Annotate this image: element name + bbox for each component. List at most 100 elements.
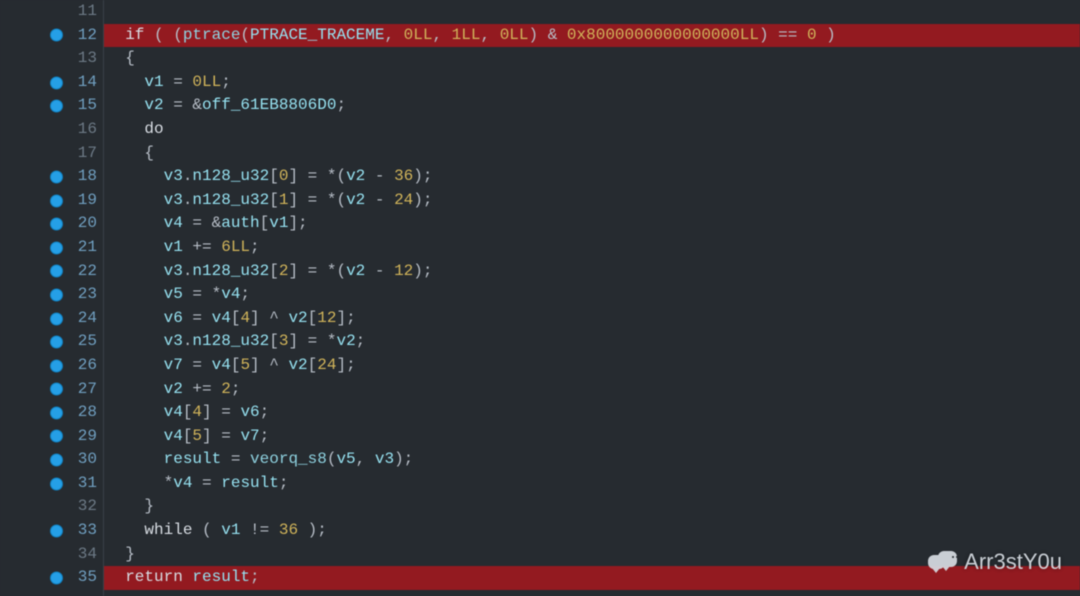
breakpoint-icon[interactable]: [50, 29, 63, 42]
line-number[interactable]: 20: [0, 212, 103, 236]
code-line[interactable]: v3.n128_u32[2] = *(v2 - 12);: [104, 260, 1080, 284]
breakpoint-icon[interactable]: [50, 241, 63, 254]
breakpoint-icon[interactable]: [50, 100, 63, 113]
breakpoint-icon[interactable]: [50, 454, 63, 467]
line-number[interactable]: 15: [0, 94, 103, 118]
breakpoint-icon[interactable]: [50, 170, 63, 183]
line-number[interactable]: 21: [0, 236, 103, 260]
code-line[interactable]: v7 = v4[5] ^ v2[24];: [104, 354, 1080, 378]
token: ] ^: [250, 309, 288, 327]
code-line[interactable]: }: [104, 543, 1080, 567]
code-line[interactable]: v3.n128_u32[0] = *(v2 - 36);: [104, 165, 1080, 189]
token: (: [240, 26, 250, 44]
line-number[interactable]: 32: [0, 495, 103, 519]
token: v3: [164, 167, 183, 185]
line-number[interactable]: 35: [0, 566, 103, 590]
code-line[interactable]: v5 = *v4;: [104, 283, 1080, 307]
code-line[interactable]: {: [104, 142, 1080, 166]
code-line[interactable]: v4[5] = v7;: [104, 425, 1080, 449]
code-line[interactable]: v3.n128_u32[1] = *(v2 - 24);: [104, 189, 1080, 213]
token: .: [183, 167, 193, 185]
breakpoint-icon[interactable]: [50, 218, 63, 231]
token: ,: [432, 26, 451, 44]
code-line[interactable]: }: [104, 495, 1080, 519]
token: ];: [336, 309, 355, 327]
gutter[interactable]: 1112131415161718192021222324252627282930…: [0, 0, 104, 596]
token: [106, 380, 164, 398]
breakpoint-icon[interactable]: [50, 194, 63, 207]
code-line[interactable]: v1 += 6LL;: [104, 236, 1080, 260]
line-number[interactable]: 12: [0, 24, 103, 48]
code-line[interactable]: {: [104, 47, 1080, 71]
line-number[interactable]: 23: [0, 283, 103, 307]
token: 1LL: [452, 26, 481, 44]
code-line[interactable]: *v4 = result;: [104, 472, 1080, 496]
token: ,: [480, 26, 499, 44]
line-number[interactable]: 11: [0, 0, 103, 24]
token: v4: [212, 309, 231, 327]
line-number[interactable]: 14: [0, 71, 103, 95]
token: v4: [164, 403, 183, 421]
breakpoint-icon[interactable]: [50, 336, 63, 349]
line-number[interactable]: 34: [0, 543, 103, 567]
token: 24: [317, 356, 336, 374]
line-number[interactable]: 24: [0, 307, 103, 331]
token: ;: [260, 427, 270, 445]
code-line[interactable]: v4 = &auth[v1];: [104, 212, 1080, 236]
token: [: [260, 214, 270, 232]
line-number[interactable]: 19: [0, 189, 103, 213]
line-number[interactable]: 26: [0, 354, 103, 378]
line-number[interactable]: 17: [0, 142, 103, 166]
line-number[interactable]: 28: [0, 401, 103, 425]
line-number[interactable]: 30: [0, 448, 103, 472]
line-number[interactable]: 27: [0, 378, 103, 402]
line-number[interactable]: 22: [0, 260, 103, 284]
line-number[interactable]: 16: [0, 118, 103, 142]
token: 0: [279, 167, 289, 185]
code-line[interactable]: v1 = 0LL;: [104, 71, 1080, 95]
token: ,: [356, 450, 375, 468]
breakpoint-icon[interactable]: [50, 265, 63, 278]
code-line[interactable]: v4[4] = v6;: [104, 401, 1080, 425]
breakpoint-icon[interactable]: [50, 524, 63, 537]
code-line[interactable]: while ( v1 != 36 );: [104, 519, 1080, 543]
breakpoint-icon[interactable]: [50, 430, 63, 443]
line-number[interactable]: 29: [0, 425, 103, 449]
breakpoint-icon[interactable]: [50, 383, 63, 396]
token: }: [106, 545, 135, 563]
code-line[interactable]: do: [104, 118, 1080, 142]
code-area[interactable]: if ( (ptrace(PTRACE_TRACEME, 0LL, 1LL, 0…: [104, 0, 1080, 596]
code-editor[interactable]: 1112131415161718192021222324252627282930…: [0, 0, 1080, 596]
code-line[interactable]: v3.n128_u32[3] = *v2;: [104, 330, 1080, 354]
token: [106, 120, 144, 138]
code-line[interactable]: if ( (ptrace(PTRACE_TRACEME, 0LL, 1LL, 0…: [104, 24, 1080, 48]
breakpoint-icon[interactable]: [50, 359, 63, 372]
code-line[interactable]: v2 += 2;: [104, 378, 1080, 402]
token: (: [192, 521, 221, 539]
token: if: [125, 26, 144, 44]
code-line[interactable]: [104, 0, 1080, 24]
token: ] =: [202, 427, 240, 445]
line-number[interactable]: 18: [0, 165, 103, 189]
breakpoint-icon[interactable]: [50, 406, 63, 419]
code-line[interactable]: v2 = &off_61EB8806D0;: [104, 94, 1080, 118]
line-number[interactable]: 25: [0, 330, 103, 354]
token: v2: [288, 309, 307, 327]
token: [: [269, 167, 279, 185]
token: ;: [231, 380, 241, 398]
code-line[interactable]: v6 = v4[4] ^ v2[12];: [104, 307, 1080, 331]
breakpoint-icon[interactable]: [50, 572, 63, 585]
breakpoint-icon[interactable]: [50, 477, 63, 490]
breakpoint-icon[interactable]: [50, 76, 63, 89]
line-number[interactable]: 31: [0, 472, 103, 496]
line-number[interactable]: 33: [0, 519, 103, 543]
token: -: [365, 191, 394, 209]
code-line[interactable]: result = veorq_s8(v5, v3);: [104, 448, 1080, 472]
code-line[interactable]: return result;: [104, 566, 1080, 590]
token: [106, 356, 164, 374]
breakpoint-icon[interactable]: [50, 288, 63, 301]
token: v1: [164, 238, 183, 256]
token: [: [231, 356, 241, 374]
line-number[interactable]: 13: [0, 47, 103, 71]
breakpoint-icon[interactable]: [50, 312, 63, 325]
